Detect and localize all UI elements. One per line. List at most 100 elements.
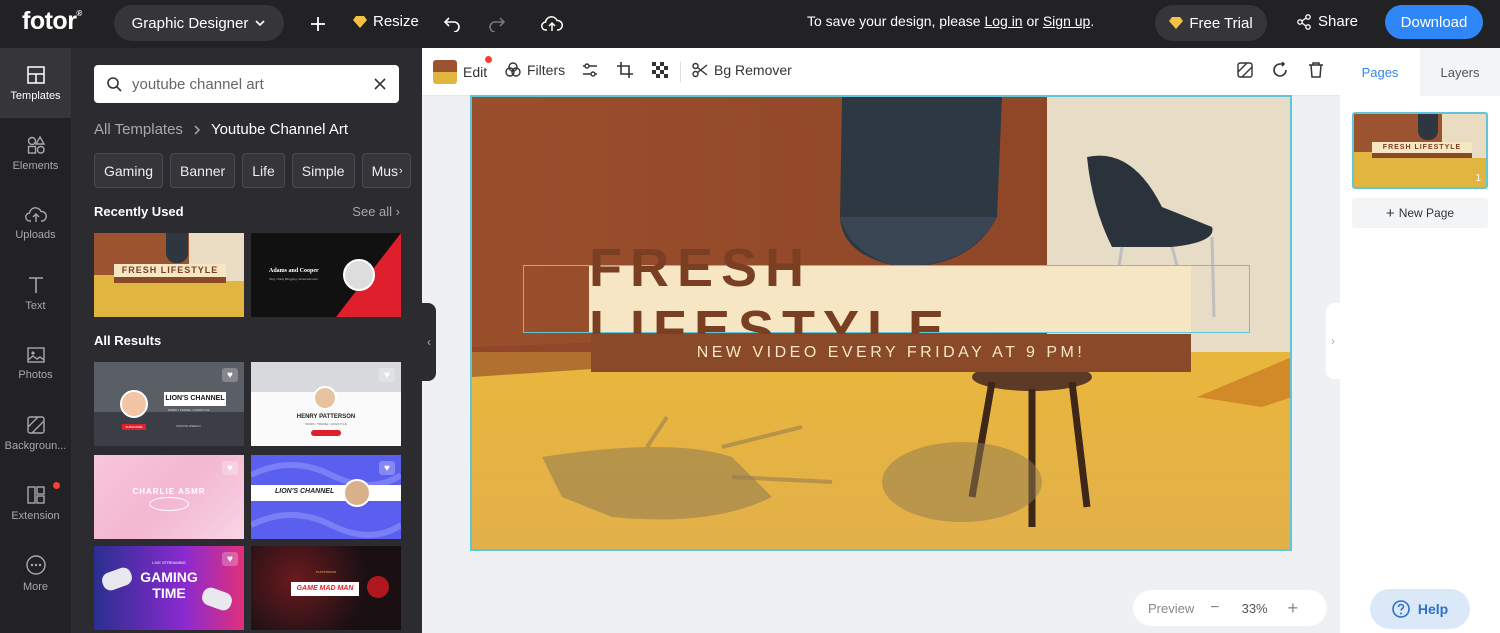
expand-right-panel-button[interactable]: › xyxy=(1326,303,1340,379)
rail-item-extension[interactable]: Extension xyxy=(0,468,71,538)
resize-button[interactable]: Resize xyxy=(353,13,419,30)
template-thumb-game-mad-man[interactable]: PLAYSTATION GAME MAD MAN xyxy=(251,546,401,630)
favorite-icon[interactable]: ♥ xyxy=(379,368,395,382)
collapse-panel-button[interactable]: ‹ xyxy=(422,303,436,381)
close-icon[interactable] xyxy=(373,77,387,91)
redo-button[interactable] xyxy=(484,11,510,37)
rail-item-background[interactable]: Backgroun... xyxy=(0,398,71,468)
undo-icon xyxy=(443,17,460,32)
tab-pages-label: Pages xyxy=(1361,64,1399,80)
free-trial-button[interactable]: Free Trial xyxy=(1155,5,1267,41)
filters-button[interactable]: Filters xyxy=(505,62,565,78)
more-icon xyxy=(25,554,46,575)
crop-button[interactable] xyxy=(617,62,633,78)
chevron-down-icon xyxy=(255,20,265,27)
adjust-button[interactable] xyxy=(582,62,598,78)
tab-layers[interactable]: Layers xyxy=(1420,48,1500,96)
tab-pages[interactable]: Pages xyxy=(1340,48,1420,96)
elements-icon xyxy=(27,135,45,154)
favorite-icon[interactable]: ♥ xyxy=(222,368,238,382)
chip-simple[interactable]: Simple xyxy=(291,153,355,188)
chip-life[interactable]: Life xyxy=(242,153,285,188)
breadcrumb-root[interactable]: All Templates xyxy=(94,121,183,138)
favorite-icon[interactable]: ♥ xyxy=(379,461,395,475)
rotate-button[interactable] xyxy=(1272,62,1288,78)
template-thumb-lions-channel-2[interactable]: LION'S CHANNEL ♥ xyxy=(251,455,401,539)
layer-order-button[interactable] xyxy=(1237,62,1253,78)
page-thumbnail[interactable]: FRESH LIFESTYLE 1 xyxy=(1352,112,1488,189)
cloud-upload-icon xyxy=(541,16,563,31)
delete-button[interactable] xyxy=(1308,62,1324,78)
thumb-red-shape xyxy=(336,233,401,317)
notice-period: . xyxy=(1090,13,1095,29)
transparency-button[interactable] xyxy=(652,62,668,78)
avatar xyxy=(343,259,375,291)
breadcrumb-current: Youtube Channel Art xyxy=(210,121,348,138)
background-icon xyxy=(26,415,45,434)
share-button[interactable]: Share xyxy=(1296,13,1358,30)
rail-item-more[interactable]: More xyxy=(0,538,71,608)
template-thumb-fresh-lifestyle[interactable]: FRESH LIFESTYLE xyxy=(94,233,244,317)
rail-item-elements[interactable]: Elements xyxy=(0,118,71,188)
filters-icon xyxy=(505,62,521,77)
chip-gaming[interactable]: Gaming xyxy=(94,153,164,188)
cloud-save-button[interactable] xyxy=(539,11,565,37)
fotor-logo[interactable]: fotor® xyxy=(22,7,82,36)
bg-remover-button[interactable]: Bg Remover xyxy=(692,62,792,78)
project-type-dropdown[interactable]: Graphic Designer xyxy=(114,5,284,41)
rail-label: Templates xyxy=(10,89,61,102)
template-thumb-lions-channel[interactable]: LION'S CHANNEL WORK / TRAVEL / LIFESTYLE… xyxy=(94,362,244,446)
chip-music-label: Mus xyxy=(371,162,399,179)
favorite-icon[interactable]: ♥ xyxy=(222,552,238,566)
pages-panel: Pages Layers FRESH LIFESTYLE 1 + New Page xyxy=(1340,48,1500,633)
preview-button[interactable]: Preview xyxy=(1148,601,1194,616)
template-thumb-adams-cooper[interactable]: Adams and Cooper Vlog / Daily Blogging /… xyxy=(251,233,401,317)
notification-dot xyxy=(485,56,492,63)
thumb-title: CHARLIE ASMR xyxy=(132,487,206,496)
rail-label: Elements xyxy=(12,159,59,172)
edit-thumbnail xyxy=(433,60,457,84)
plus-icon: + xyxy=(1385,204,1395,222)
download-button[interactable]: Download xyxy=(1385,5,1483,39)
chip-music[interactable]: Mus › xyxy=(361,153,411,188)
search-box[interactable]: youtube channel art xyxy=(94,65,399,103)
thumb-title: Adams and Cooper xyxy=(269,268,319,274)
thumb-footer: UPDATE WEEKLY xyxy=(176,424,202,428)
template-thumb-gaming-time[interactable]: LIVE STREAMING GAMING TIME ♥ xyxy=(94,546,244,630)
see-all-link[interactable]: See all › xyxy=(352,204,400,219)
notice-or: or xyxy=(1026,13,1039,29)
login-link[interactable]: Log in xyxy=(984,13,1022,29)
page-thumb-chair xyxy=(1418,114,1438,140)
design-canvas[interactable]: FRESH LIFESTYLE NEW VIDEO EVERY FRIDAY A… xyxy=(470,95,1292,551)
rail-item-photos[interactable]: Photos xyxy=(0,328,71,398)
add-button[interactable] xyxy=(305,11,331,37)
new-page-button[interactable]: + New Page xyxy=(1352,198,1488,228)
signup-link[interactable]: Sign up xyxy=(1043,13,1090,29)
rail-item-text[interactable]: Text xyxy=(0,258,71,328)
rail-label: Extension xyxy=(11,509,60,522)
page-number: 1 xyxy=(1475,173,1481,184)
thumb-title: LION'S CHANNEL xyxy=(275,488,335,495)
redo-icon xyxy=(489,17,506,32)
chevron-right-icon[interactable]: › xyxy=(399,165,403,177)
edit-button[interactable]: Edit xyxy=(433,56,492,84)
help-button[interactable]: Help xyxy=(1370,589,1470,629)
page-thumb-title: FRESH LIFESTYLE xyxy=(1372,142,1472,153)
page-thumb-subbar xyxy=(1372,153,1472,158)
rail-item-uploads[interactable]: Uploads xyxy=(0,188,71,258)
edit-label: Edit xyxy=(463,64,488,80)
layers-stack-icon xyxy=(1237,62,1253,78)
trash-icon xyxy=(1309,62,1323,78)
template-thumb-henry-patterson[interactable]: HENRY PATTERSON WORK / TRAVEL / LIFESTYL… xyxy=(251,362,401,446)
favorite-icon[interactable]: ♥ xyxy=(222,461,238,475)
zoom-out-button[interactable]: − xyxy=(1210,599,1219,617)
chip-banner[interactable]: Banner xyxy=(170,153,236,188)
headline-text[interactable]: FRESH LIFESTYLE xyxy=(589,238,1191,360)
template-thumb-charlie-asmr[interactable]: CHARLIE ASMR ♥ xyxy=(94,455,244,539)
subline-text[interactable]: NEW VIDEO EVERY FRIDAY AT 9 PM! xyxy=(591,334,1191,372)
rail-item-templates[interactable]: Templates xyxy=(0,48,71,118)
zoom-level: 33% xyxy=(1241,600,1268,616)
search-input[interactable]: youtube channel art xyxy=(132,76,363,93)
undo-button[interactable] xyxy=(439,11,465,37)
zoom-in-button[interactable]: + xyxy=(1288,598,1299,619)
